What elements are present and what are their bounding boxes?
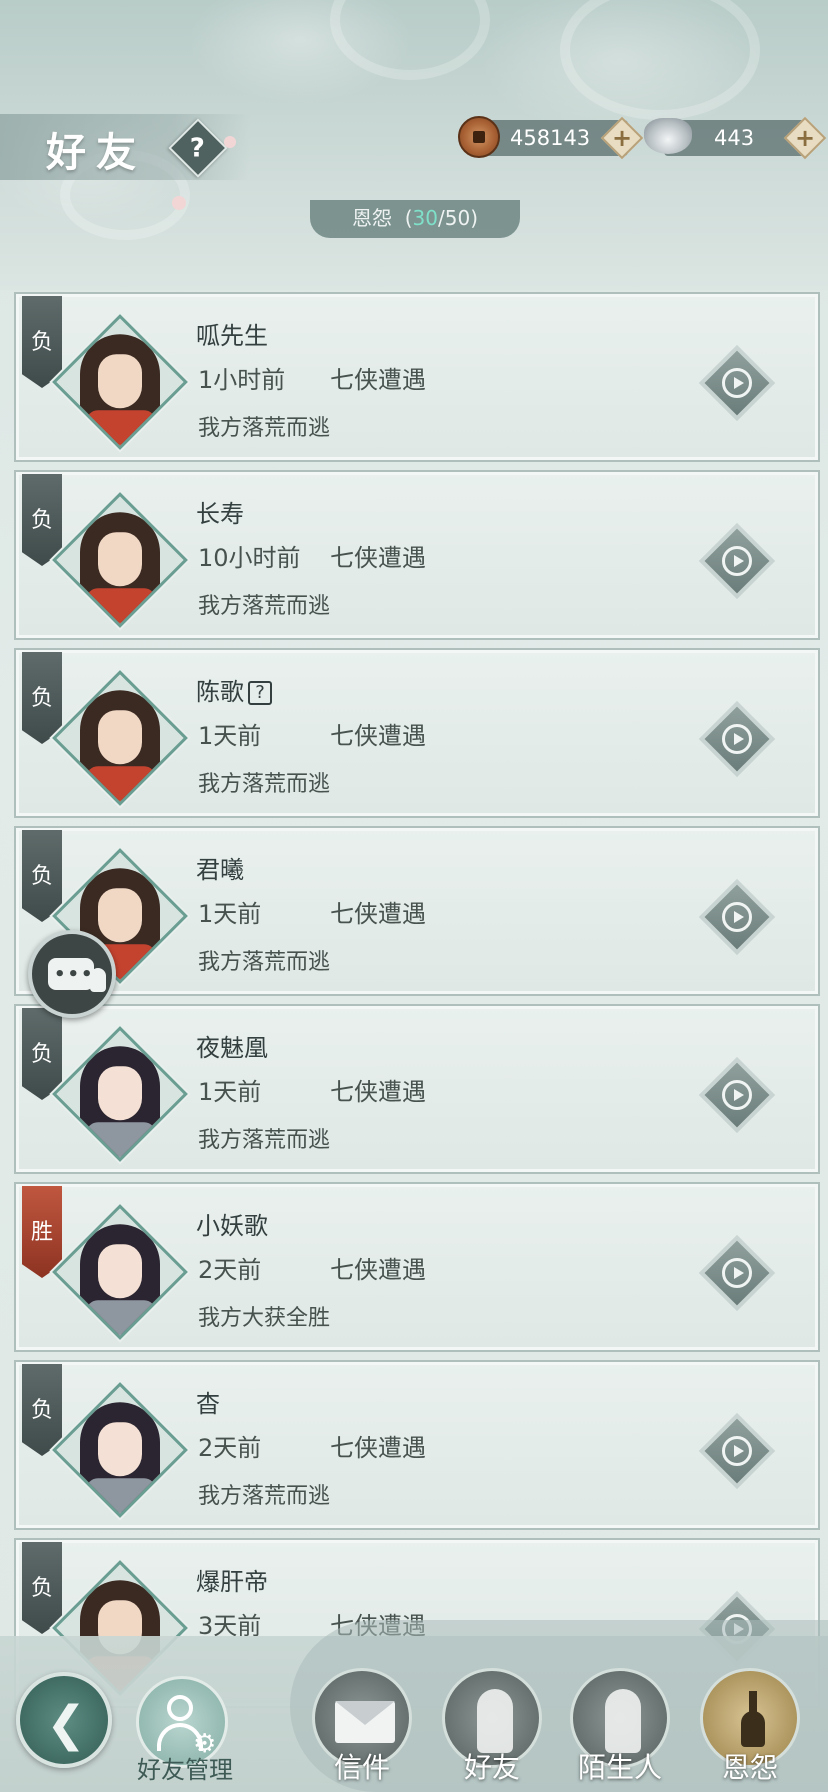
- record-result: 我方落荒而逃: [198, 1128, 331, 1153]
- replay-button[interactable]: [704, 884, 770, 950]
- record-event: 七侠遭遇: [330, 544, 426, 572]
- tab-mail-label: 信件: [333, 1751, 390, 1784]
- record-card[interactable]: 负 陈歌? 1天前 七侠遭遇我方落荒而逃: [14, 648, 820, 818]
- record-result: 我方落荒而逃: [198, 416, 331, 441]
- player-name: 长寿: [196, 500, 244, 528]
- silver-amount: 443: [714, 126, 755, 150]
- outcome-badge: 负: [22, 1542, 62, 1634]
- plus-icon: +: [611, 124, 633, 152]
- outcome-badge: 负: [22, 1008, 62, 1100]
- record-time: 1小时前: [198, 366, 286, 394]
- avatar[interactable]: [52, 1382, 188, 1518]
- player-name: 杳: [196, 1390, 220, 1418]
- copper-coin-icon: [458, 116, 500, 158]
- cloud-decoration: [330, 0, 490, 80]
- page-title: 好友: [46, 129, 146, 176]
- player-name: 夜魅凰: [196, 1034, 268, 1062]
- tab-strangers-label: 陌生人: [577, 1751, 662, 1784]
- enmity-label: 恩怨: [352, 206, 392, 230]
- enmity-current: 30: [412, 206, 438, 230]
- play-icon: [722, 1436, 752, 1466]
- avatar[interactable]: [52, 670, 188, 806]
- record-time: 2天前: [198, 1434, 262, 1462]
- enmity-counter: 恩怨 (30/50): [310, 200, 520, 238]
- play-icon: [722, 1258, 752, 1288]
- avatar[interactable]: [52, 1204, 188, 1340]
- cloud-decoration: [560, 0, 760, 120]
- avatar[interactable]: [52, 1026, 188, 1162]
- plus-icon: +: [794, 124, 816, 152]
- record-time: 10小时前: [198, 544, 301, 572]
- player-name: 陈歌?: [196, 672, 272, 707]
- outcome-badge: 负: [22, 474, 62, 566]
- record-event: 七侠遭遇: [330, 1256, 426, 1284]
- outcome-badge: 负: [22, 652, 62, 744]
- tab-friends-label: 好友: [463, 1751, 520, 1784]
- enmity-max: 50: [444, 206, 471, 230]
- friend-manage-label: 好友管理: [137, 1756, 233, 1784]
- replay-button[interactable]: [704, 1418, 770, 1484]
- play-icon: [722, 546, 752, 576]
- outcome-badge: 负: [22, 296, 62, 388]
- outcome-badge: 负: [22, 1364, 62, 1456]
- wine-bottle-icon: [90, 968, 106, 992]
- record-result: 我方大获全胜: [198, 1306, 331, 1331]
- play-icon: [722, 1080, 752, 1110]
- blossom-decoration: [172, 196, 186, 210]
- replay-button[interactable]: [704, 706, 770, 772]
- avatar[interactable]: [52, 314, 188, 450]
- player-name: 爆肝帝: [196, 1568, 268, 1596]
- record-time: 2天前: [198, 1256, 262, 1284]
- replay-button[interactable]: [704, 1062, 770, 1128]
- record-result: 我方落荒而逃: [198, 1484, 331, 1509]
- record-result: 我方落荒而逃: [198, 594, 331, 619]
- play-icon: [722, 902, 752, 932]
- play-icon: [722, 724, 752, 754]
- play-icon: [722, 368, 752, 398]
- record-time: 1天前: [198, 722, 262, 750]
- record-card[interactable]: 负 呱先生 1小时前 七侠遭遇我方落荒而逃: [14, 292, 820, 462]
- replay-button[interactable]: [704, 350, 770, 416]
- record-event: 七侠遭遇: [330, 366, 426, 394]
- back-button[interactable]: ❮: [16, 1672, 112, 1768]
- outcome-badge: 胜: [22, 1186, 62, 1278]
- friend-icon: [477, 1689, 513, 1753]
- replay-button[interactable]: [704, 1240, 770, 1306]
- tab-enmity-label: 恩怨: [721, 1751, 778, 1784]
- player-name: 呱先生: [196, 322, 268, 350]
- record-event: 七侠遭遇: [330, 900, 426, 928]
- question-icon[interactable]: ?: [248, 681, 272, 705]
- record-card[interactable]: 负 长寿 10小时前 七侠遭遇我方落荒而逃: [14, 470, 820, 640]
- player-name: 小妖歌: [196, 1212, 268, 1240]
- record-card[interactable]: 胜 小妖歌 2天前 七侠遭遇我方大获全胜: [14, 1182, 820, 1352]
- back-arrow-icon: ❮: [46, 1696, 87, 1752]
- record-result: 我方落荒而逃: [198, 950, 331, 975]
- stranger-icon: [605, 1689, 641, 1753]
- record-card[interactable]: 负 夜魅凰 1天前 七侠遭遇我方落荒而逃: [14, 1004, 820, 1174]
- record-time: 1天前: [198, 1078, 262, 1106]
- copper-amount: 458143: [510, 126, 591, 150]
- record-card[interactable]: 负 君曦 1天前 七侠遭遇我方落荒而逃: [14, 826, 820, 996]
- record-event: 七侠遭遇: [330, 1434, 426, 1462]
- silver-ingot-icon: [644, 118, 692, 154]
- record-event: 七侠遭遇: [330, 1078, 426, 1106]
- envelope-icon: [335, 1701, 395, 1743]
- record-result: 我方落荒而逃: [198, 772, 331, 797]
- blossom-decoration: [224, 136, 236, 148]
- chat-float-button[interactable]: •••: [28, 930, 116, 1018]
- enmity-icon: [733, 1691, 773, 1751]
- outcome-badge: 负: [22, 830, 62, 922]
- player-name: 君曦: [196, 856, 244, 884]
- record-time: 1天前: [198, 900, 262, 928]
- question-icon: ?: [189, 133, 205, 164]
- avatar[interactable]: [52, 492, 188, 628]
- record-event: 七侠遭遇: [330, 722, 426, 750]
- record-card[interactable]: 负 杳 2天前 七侠遭遇我方落荒而逃: [14, 1360, 820, 1530]
- replay-button[interactable]: [704, 528, 770, 594]
